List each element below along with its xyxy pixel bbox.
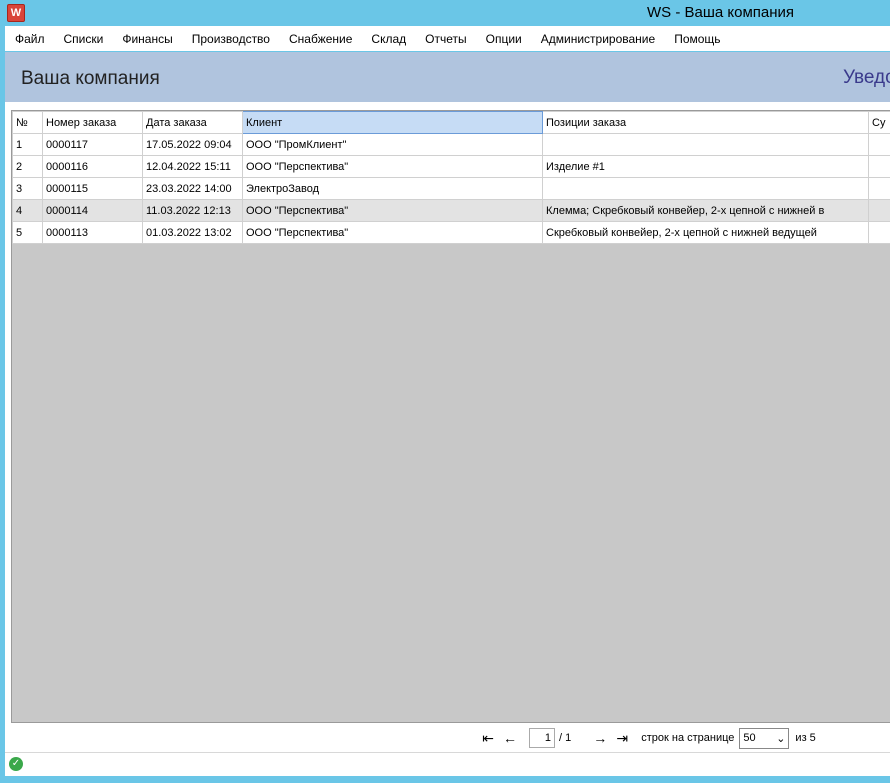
status-bar: ✓ [5, 752, 890, 776]
table-row[interactable]: 3 0000115 23.03.2022 14:00 ЭлектроЗавод [12, 177, 890, 200]
notifications-link[interactable]: Уведо [843, 67, 890, 89]
column-header-client[interactable]: Клиент [242, 111, 543, 134]
cell-number: 2 [12, 155, 43, 178]
next-page-icon[interactable]: → [589, 730, 611, 746]
cell-client: ЭлектроЗавод [242, 177, 543, 200]
table-header-row: № Номер заказа Дата заказа Клиент Позици… [12, 111, 890, 134]
cell-number: 4 [12, 199, 43, 222]
rows-per-page-select[interactable]: 50 ⌄ [739, 727, 790, 749]
cell-number: 3 [12, 177, 43, 200]
cell-order-items: Клемма; Скребковый конвейер, 2-х цепной … [542, 199, 869, 222]
cell-order-items [542, 177, 869, 200]
table-row[interactable]: 2 0000116 12.04.2022 15:11 ООО "Перспект… [12, 155, 890, 178]
window-title: WS - Ваша компания [647, 4, 795, 21]
cell-order-date: 23.03.2022 14:00 [142, 177, 243, 200]
total-rows-label: из 5 [795, 732, 816, 744]
menu-administration[interactable]: Администрирование [541, 32, 655, 46]
menu-warehouse[interactable]: Склад [371, 32, 406, 46]
column-header-sum[interactable]: Су [868, 111, 890, 134]
first-page-icon[interactable]: ⇤ [477, 730, 499, 747]
orders-grid[interactable]: № Номер заказа Дата заказа Клиент Позици… [11, 110, 890, 723]
page-number-input[interactable]: 1 [529, 728, 555, 748]
cell-client: ООО "Перспектива" [242, 221, 543, 244]
page-title: Ваша компания [21, 68, 160, 89]
cell-order-date: 01.03.2022 13:02 [142, 221, 243, 244]
cell-order-number: 0000114 [42, 199, 143, 222]
column-header-number[interactable]: № [12, 111, 43, 134]
menu-supply[interactable]: Снабжение [289, 32, 352, 46]
page-header: Ваша компания Уведо [5, 52, 890, 102]
chevron-down-icon: ⌄ [776, 732, 786, 745]
menu-file[interactable]: Файл [15, 32, 45, 46]
check-circle-icon: ✓ [9, 757, 23, 771]
menu-reports[interactable]: Отчеты [425, 32, 466, 46]
table-row[interactable]: 5 0000113 01.03.2022 13:02 ООО "Перспект… [12, 221, 890, 244]
cell-order-date: 11.03.2022 12:13 [142, 199, 243, 222]
cell-order-number: 0000116 [42, 155, 143, 178]
last-page-icon[interactable]: ⇥ [611, 730, 633, 747]
menu-bar: Файл Списки Финансы Производство Снабжен… [5, 26, 890, 51]
title-bar: W WS - Ваша компания [0, 0, 890, 26]
cell-sum [868, 155, 890, 178]
prev-page-icon[interactable]: ← [499, 730, 521, 746]
rows-per-page-value: 50 [743, 732, 756, 744]
cell-order-number: 0000117 [42, 133, 143, 156]
cell-number: 5 [12, 221, 43, 244]
cell-order-items [542, 133, 869, 156]
menu-finance[interactable]: Финансы [122, 32, 172, 46]
cell-order-date: 17.05.2022 09:04 [142, 133, 243, 156]
pagination-bar: ⇤ ← 1 / 1 → ⇥ строк на странице 50 ⌄ из … [477, 726, 816, 750]
column-header-order-date[interactable]: Дата заказа [142, 111, 243, 134]
column-header-order-number[interactable]: Номер заказа [42, 111, 143, 134]
cell-client: ООО "Перспектива" [242, 155, 543, 178]
app-logo-icon[interactable]: W [7, 4, 25, 22]
cell-client: ООО "ПромКлиент" [242, 133, 543, 156]
menu-production[interactable]: Производство [192, 32, 270, 46]
menu-options[interactable]: Опции [486, 32, 522, 46]
page-total: / 1 [559, 732, 572, 744]
cell-order-items: Изделие #1 [542, 155, 869, 178]
menu-lists[interactable]: Списки [64, 32, 104, 46]
orders-table: № Номер заказа Дата заказа Клиент Позици… [12, 111, 890, 244]
cell-order-items: Скребковый конвейер, 2-х цепной с нижней… [542, 221, 869, 244]
cell-sum [868, 199, 890, 222]
cell-sum [868, 133, 890, 156]
table-row[interactable]: 1 0000117 17.05.2022 09:04 ООО "ПромКлие… [12, 133, 890, 156]
cell-order-number: 0000115 [42, 177, 143, 200]
cell-order-number: 0000113 [42, 221, 143, 244]
main-content: № Номер заказа Дата заказа Клиент Позици… [5, 102, 890, 752]
menu-help[interactable]: Помощь [674, 32, 720, 46]
table-row[interactable]: 4 0000114 11.03.2022 12:13 ООО "Перспект… [12, 199, 890, 222]
rows-per-page-label: строк на странице [641, 732, 735, 744]
column-header-order-items[interactable]: Позиции заказа [542, 111, 869, 134]
cell-number: 1 [12, 133, 43, 156]
cell-sum [868, 177, 890, 200]
cell-sum [868, 221, 890, 244]
cell-order-date: 12.04.2022 15:11 [142, 155, 243, 178]
cell-client: ООО "Перспектива" [242, 199, 543, 222]
